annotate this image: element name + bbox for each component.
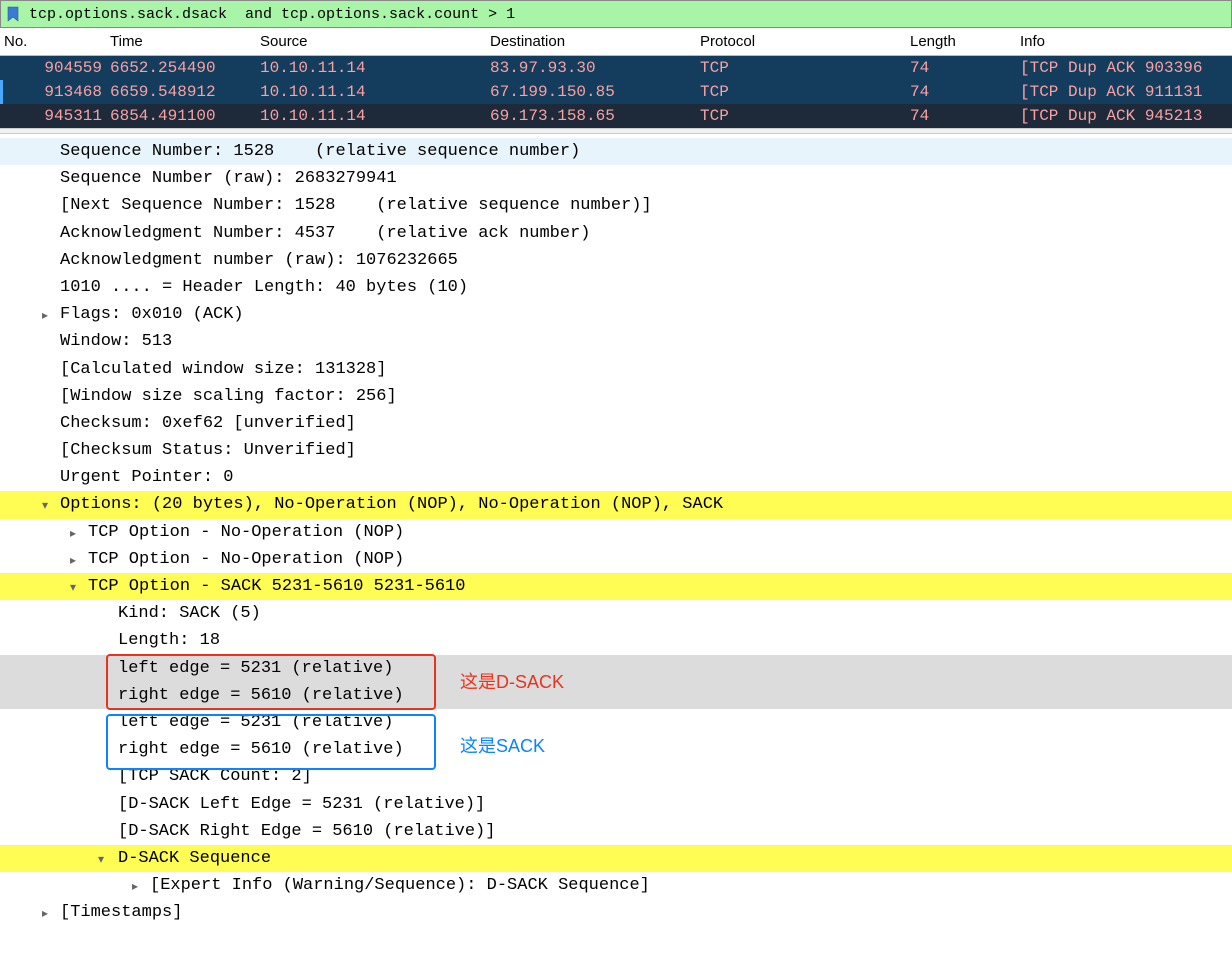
packet-list[interactable]: 904559 6652.254490 10.10.11.14 83.97.93.… bbox=[0, 56, 1232, 128]
field-window[interactable]: Window: 513 bbox=[0, 328, 1232, 355]
column-source[interactable]: Source bbox=[260, 33, 490, 50]
chevron-right-icon[interactable]: ▸ bbox=[66, 551, 80, 570]
field-urgent-pointer[interactable]: Urgent Pointer: 0 bbox=[0, 464, 1232, 491]
field-ack-relative[interactable]: Acknowledgment Number: 4537 (relative ac… bbox=[0, 220, 1232, 247]
field-right-edge-1[interactable]: right edge = 5610 (relative) bbox=[0, 682, 1232, 709]
field-checksum-status[interactable]: [Checksum Status: Unverified] bbox=[0, 437, 1232, 464]
chevron-right-icon[interactable]: ▸ bbox=[128, 877, 142, 896]
column-time[interactable]: Time bbox=[110, 33, 260, 50]
field-flags[interactable]: ▸Flags: 0x010 (ACK) bbox=[0, 301, 1232, 328]
field-left-edge-2[interactable]: left edge = 5231 (relative) bbox=[0, 709, 1232, 736]
field-header-length[interactable]: 1010 .... = Header Length: 40 bytes (10) bbox=[0, 274, 1232, 301]
field-checksum[interactable]: Checksum: 0xef62 [unverified] bbox=[0, 410, 1232, 437]
field-expert-info[interactable]: ▸[Expert Info (Warning/Sequence): D-SACK… bbox=[0, 872, 1232, 899]
field-sack-option[interactable]: ▾TCP Option - SACK 5231-5610 5231-5610 bbox=[0, 573, 1232, 600]
packet-row[interactable]: 945311 6854.491100 10.10.11.14 69.173.15… bbox=[0, 104, 1232, 128]
column-length[interactable]: Length bbox=[910, 33, 1020, 50]
chevron-down-icon[interactable]: ▾ bbox=[38, 496, 52, 515]
field-sack-kind[interactable]: Kind: SACK (5) bbox=[0, 600, 1232, 627]
field-nop[interactable]: ▸TCP Option - No-Operation (NOP) bbox=[0, 519, 1232, 546]
display-filter-input[interactable] bbox=[27, 5, 1227, 24]
bookmark-icon[interactable] bbox=[5, 6, 21, 22]
field-calc-window[interactable]: [Calculated window size: 131328] bbox=[0, 356, 1232, 383]
packet-row[interactable]: 904559 6652.254490 10.10.11.14 83.97.93.… bbox=[0, 56, 1232, 80]
packet-list-header: No. Time Source Destination Protocol Len… bbox=[0, 28, 1232, 56]
chevron-right-icon[interactable]: ▸ bbox=[38, 904, 52, 923]
field-seq-relative[interactable]: Sequence Number: 1528 (relative sequence… bbox=[0, 138, 1232, 165]
field-dsack-left[interactable]: [D-SACK Left Edge = 5231 (relative)] bbox=[0, 791, 1232, 818]
field-dsack-right[interactable]: [D-SACK Right Edge = 5610 (relative)] bbox=[0, 818, 1232, 845]
column-protocol[interactable]: Protocol bbox=[700, 33, 910, 50]
field-right-edge-2[interactable]: right edge = 5610 (relative) bbox=[0, 736, 1232, 763]
column-info[interactable]: Info bbox=[1020, 33, 1232, 50]
field-scale-factor[interactable]: [Window size scaling factor: 256] bbox=[0, 383, 1232, 410]
packet-row[interactable]: 913468 6659.548912 10.10.11.14 67.199.15… bbox=[0, 80, 1232, 104]
packet-details[interactable]: Sequence Number: 1528 (relative sequence… bbox=[0, 134, 1232, 926]
chevron-down-icon[interactable]: ▾ bbox=[94, 850, 108, 869]
field-next-seq[interactable]: [Next Sequence Number: 1528 (relative se… bbox=[0, 192, 1232, 219]
display-filter-bar bbox=[0, 0, 1232, 28]
field-timestamps[interactable]: ▸[Timestamps] bbox=[0, 899, 1232, 926]
field-dsack-sequence[interactable]: ▾D-SACK Sequence bbox=[0, 845, 1232, 872]
field-left-edge-1[interactable]: left edge = 5231 (relative) bbox=[0, 655, 1232, 682]
chevron-right-icon[interactable]: ▸ bbox=[38, 306, 52, 325]
column-destination[interactable]: Destination bbox=[490, 33, 700, 50]
field-sack-length[interactable]: Length: 18 bbox=[0, 627, 1232, 654]
chevron-right-icon[interactable]: ▸ bbox=[66, 524, 80, 543]
field-seq-raw[interactable]: Sequence Number (raw): 2683279941 bbox=[0, 165, 1232, 192]
field-nop[interactable]: ▸TCP Option - No-Operation (NOP) bbox=[0, 546, 1232, 573]
chevron-down-icon[interactable]: ▾ bbox=[66, 578, 80, 597]
field-sack-count[interactable]: [TCP SACK Count: 2] bbox=[0, 763, 1232, 790]
field-ack-raw[interactable]: Acknowledgment number (raw): 1076232665 bbox=[0, 247, 1232, 274]
column-no[interactable]: No. bbox=[0, 33, 110, 50]
field-options[interactable]: ▾Options: (20 bytes), No-Operation (NOP)… bbox=[0, 491, 1232, 518]
